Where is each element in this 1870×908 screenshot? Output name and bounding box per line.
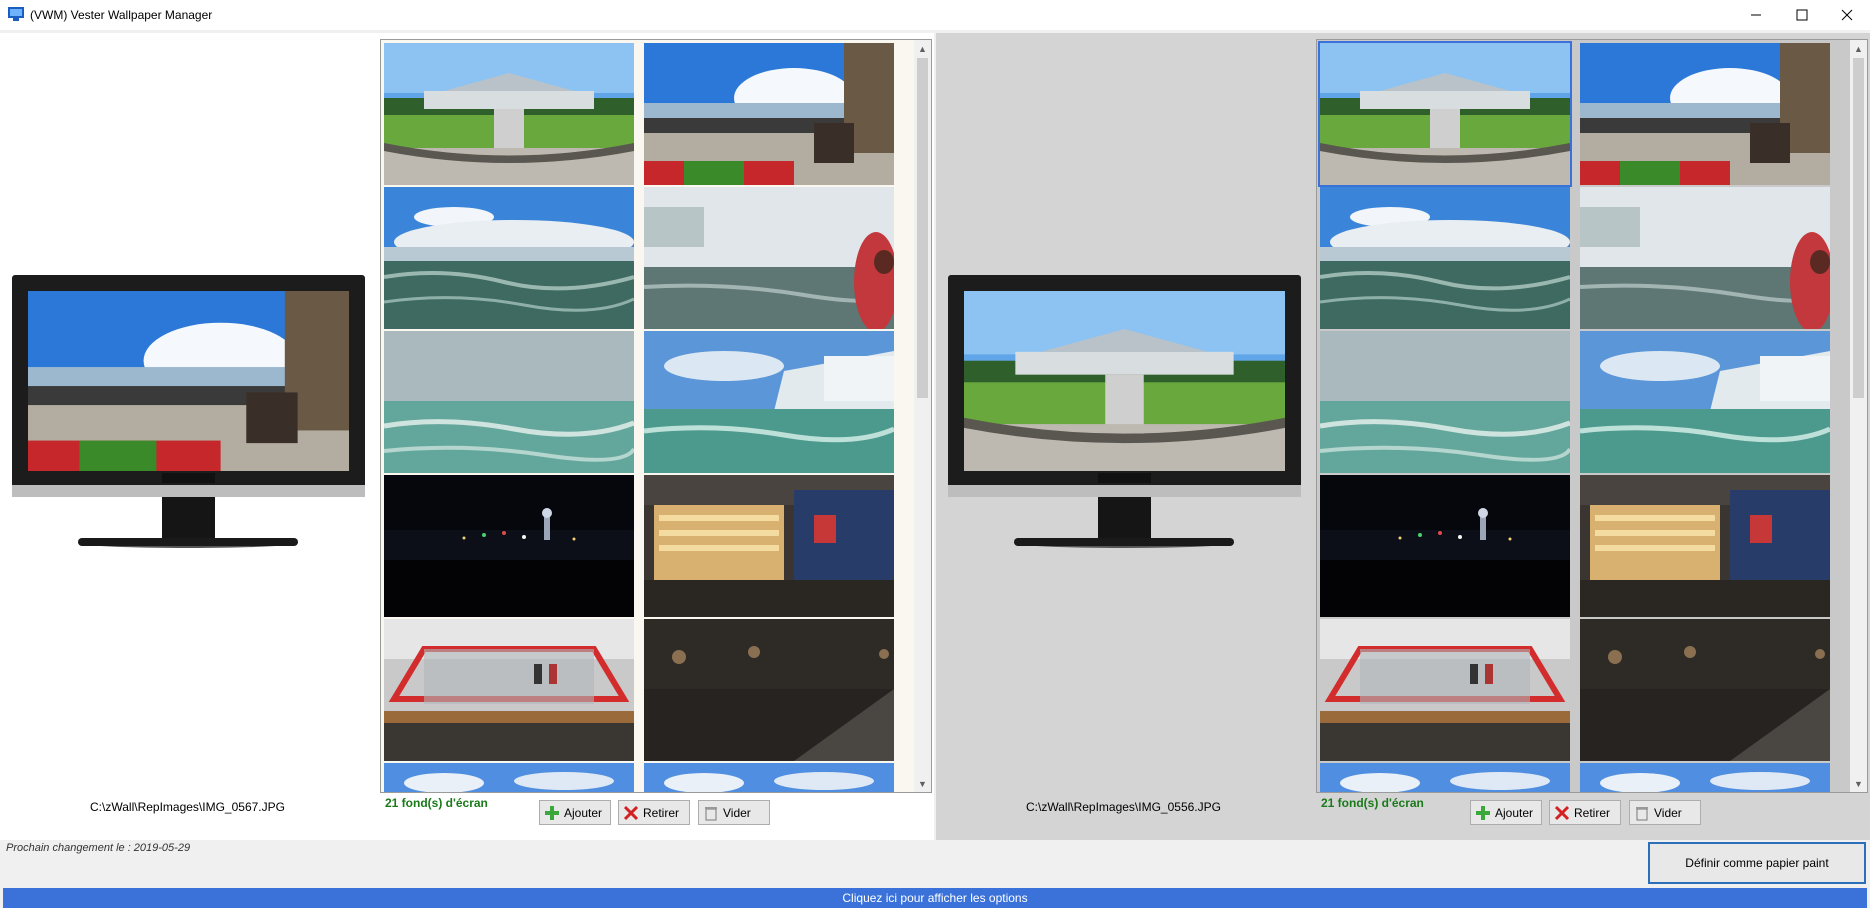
maximize-button[interactable]: [1779, 0, 1825, 30]
title-bar: (VWM) Vester Wallpaper Manager: [0, 0, 1870, 30]
clear-button-label: Vider: [1654, 805, 1682, 820]
scroll-up-icon[interactable]: ▲: [914, 40, 931, 57]
remove-button[interactable]: Retirer: [618, 800, 690, 825]
scroll-down-icon[interactable]: ▼: [1850, 775, 1867, 792]
remove-button-label: Retirer: [643, 805, 680, 820]
clear-button[interactable]: Vider: [698, 800, 770, 825]
gallery-scrollbar-left[interactable]: ▲ ▼: [914, 40, 931, 792]
wallpaper-gallery-right[interactable]: ▲ ▼: [1316, 39, 1868, 793]
thumbnail-dark-case[interactable]: [644, 619, 894, 761]
set-wallpaper-button[interactable]: Définir comme papier paint: [1648, 842, 1866, 884]
thumbnail-waterfall-mist-person[interactable]: [644, 187, 894, 329]
add-button-label: Ajouter: [564, 805, 603, 820]
thumbnail-sky-2[interactable]: [1580, 763, 1830, 792]
thumbnail-waterfall-mist[interactable]: [1320, 331, 1570, 473]
minimize-icon: [1751, 14, 1761, 16]
thumbnail-sky[interactable]: [1320, 763, 1570, 792]
clear-button[interactable]: Vider: [1629, 800, 1701, 825]
thumbnail-hall-of-fame[interactable]: [1580, 475, 1830, 617]
thumbnail-falls-viewpoint[interactable]: [644, 43, 894, 185]
thumbnail-sky[interactable]: [384, 763, 634, 792]
thumbnail-horseshoe-falls[interactable]: [644, 331, 894, 473]
monitor-preview-right: [948, 275, 1301, 548]
add-button[interactable]: Ajouter: [1470, 800, 1542, 825]
minimize-button[interactable]: [1733, 0, 1779, 30]
status-bar: Prochain changement le : 2019-05-29 Défi…: [0, 842, 1870, 887]
thumbnail-hockey-net[interactable]: [1320, 619, 1570, 761]
window-title: (VWM) Vester Wallpaper Manager: [30, 8, 213, 22]
right-screen-pane: C:\zWall\RepImages\IMG_0556.JPG ▲ ▼ 21 f…: [936, 33, 1870, 840]
plus-icon: [1476, 805, 1490, 820]
remove-button-label: Retirer: [1574, 805, 1611, 820]
scroll-thumb[interactable]: [917, 58, 928, 398]
current-wallpaper-path: C:\zWall\RepImages\IMG_0556.JPG: [1026, 800, 1221, 814]
scroll-up-icon[interactable]: ▲: [1850, 40, 1867, 57]
thumbnail-sky-2[interactable]: [644, 763, 894, 792]
thumbnail-waterfall-blue-sky[interactable]: [1320, 187, 1570, 329]
add-button-label: Ajouter: [1495, 805, 1534, 820]
show-options-bar[interactable]: Cliquez ici pour afficher les options: [3, 888, 1867, 908]
plus-icon: [545, 805, 559, 820]
clear-button-label: Vider: [723, 805, 751, 820]
thumbnail-hockey-net[interactable]: [384, 619, 634, 761]
scroll-down-icon[interactable]: ▼: [914, 775, 931, 792]
red-x-icon: [1554, 805, 1570, 820]
left-screen-pane: C:\zWall\RepImages\IMG_0567.JPG ▲ ▼ 21 f…: [0, 33, 934, 840]
thumbnail-waterfall-mist[interactable]: [384, 331, 634, 473]
trash-icon: [1636, 806, 1648, 820]
thumbnail-waterfall-blue-sky[interactable]: [384, 187, 634, 329]
wallpaper-count: 21 fond(s) d'écran: [1321, 796, 1424, 810]
next-change-label: Prochain changement le : 2019-05-29: [6, 842, 191, 854]
red-x-icon: [623, 805, 639, 820]
current-wallpaper-path: C:\zWall\RepImages\IMG_0567.JPG: [90, 800, 285, 814]
thumbnail-falls-viewpoint[interactable]: [1580, 43, 1830, 185]
add-button[interactable]: Ajouter: [539, 800, 611, 825]
gallery-scrollbar-right[interactable]: ▲ ▼: [1850, 40, 1867, 792]
thumbnail-hall-of-fame[interactable]: [644, 475, 894, 617]
wallpaper-gallery-left[interactable]: ▲ ▼: [380, 39, 932, 793]
thumbnail-horseshoe-falls[interactable]: [1580, 331, 1830, 473]
trash-icon: [705, 806, 717, 820]
thumbnail-night-skyline[interactable]: [384, 475, 634, 617]
thumbnail-waterfall-mist-person[interactable]: [1580, 187, 1830, 329]
wallpaper-count: 21 fond(s) d'écran: [385, 796, 488, 810]
thumbnail-garden-building-selected[interactable]: [1318, 41, 1572, 187]
scroll-thumb[interactable]: [1853, 58, 1864, 398]
thumbnail-garden-building[interactable]: [384, 43, 634, 185]
monitor-preview-left: [12, 275, 365, 548]
close-button[interactable]: [1824, 0, 1870, 30]
remove-button[interactable]: Retirer: [1549, 800, 1621, 825]
thumbnail-dark-case[interactable]: [1580, 619, 1830, 761]
maximize-icon: [1796, 9, 1808, 21]
app-icon: [8, 7, 24, 21]
close-icon: [1841, 9, 1853, 21]
thumbnail-night-skyline[interactable]: [1320, 475, 1570, 617]
